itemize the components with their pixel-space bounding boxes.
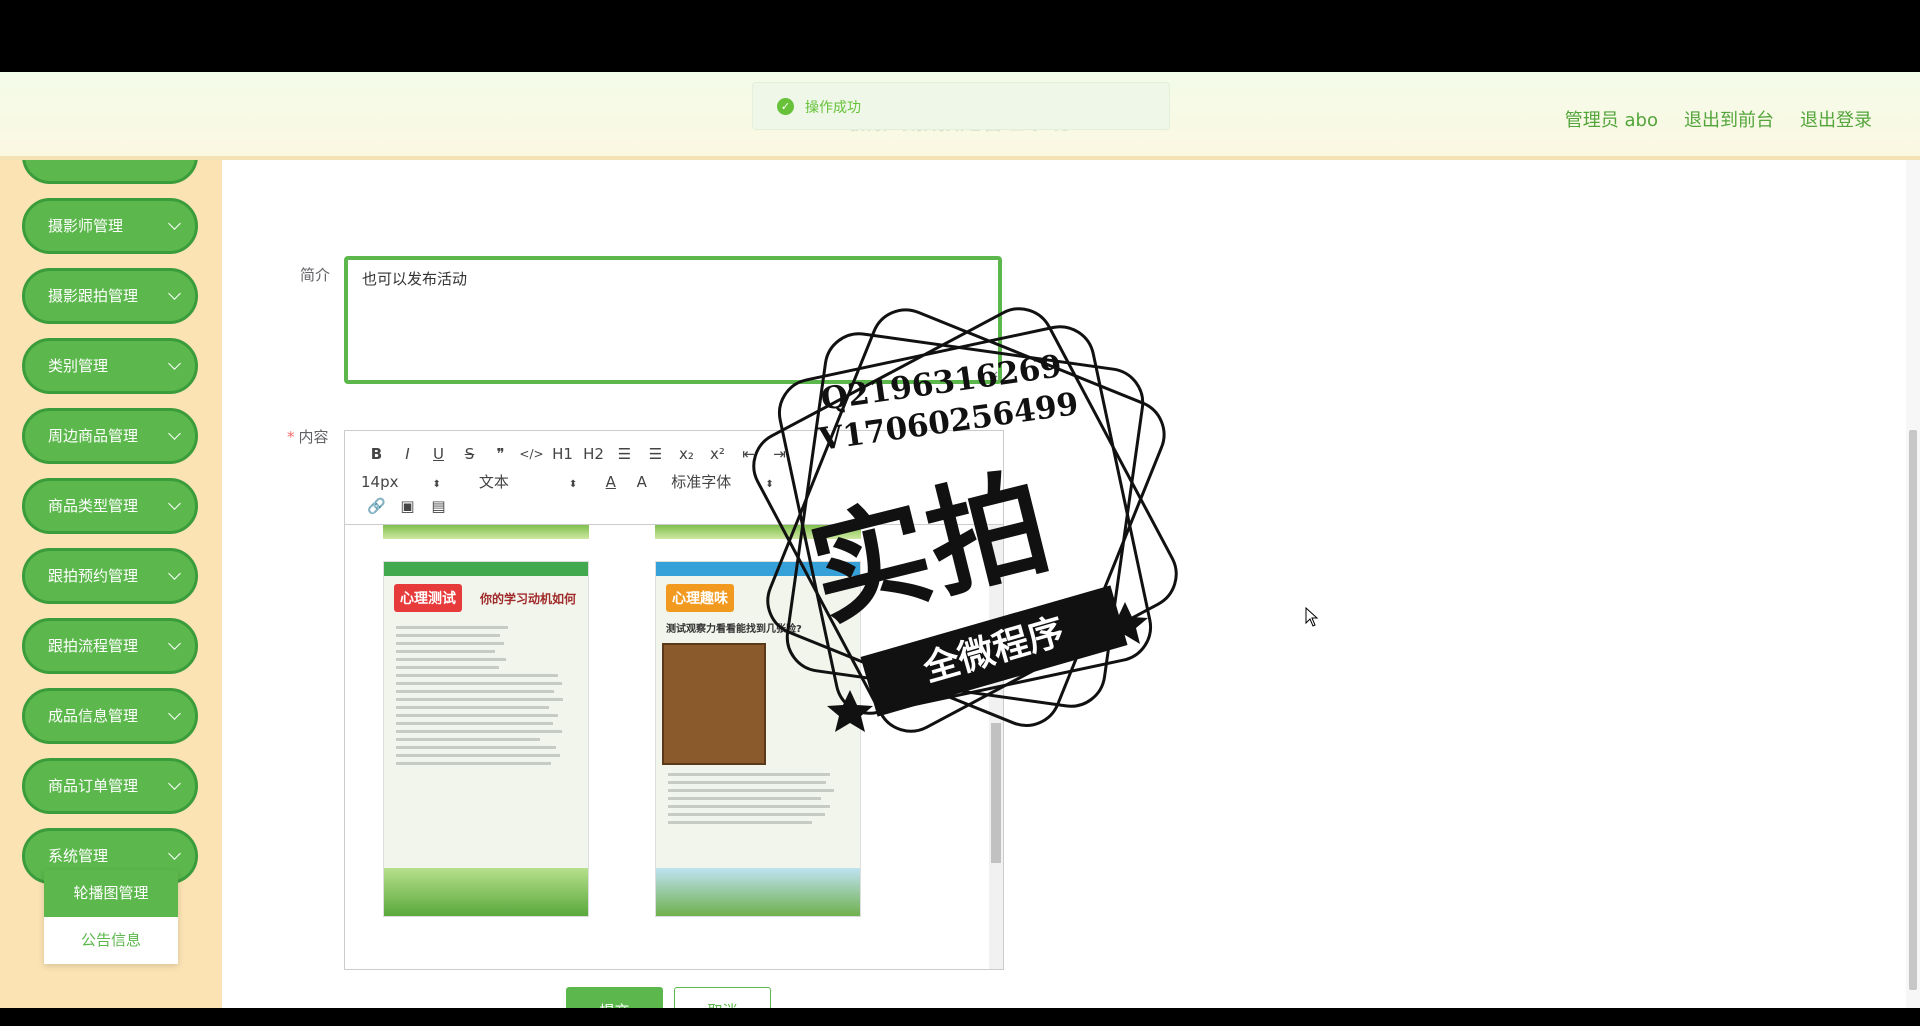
sidebar-item-follow-shoot[interactable]: 摄影跟拍管理 (22, 268, 198, 324)
chevron-down-icon (168, 287, 181, 300)
blockquote-button[interactable]: ❞ (485, 445, 516, 463)
sidebar-item-label: 系统管理 (48, 847, 109, 865)
h1-button[interactable]: H1 (547, 445, 578, 463)
chevron-down-icon (168, 567, 181, 580)
toast-text: 操作成功 (805, 100, 861, 116)
bullet-list-icon[interactable]: ☰ (640, 445, 671, 463)
outdent-icon[interactable]: ⇤ (733, 445, 764, 463)
chevron-down-icon (168, 707, 181, 720)
video-icon[interactable]: ▤ (423, 497, 454, 515)
toolbar-row-3: 🔗 ▣ ▤ (361, 497, 454, 515)
sidebar-item-label: 跟拍流程管理 (48, 637, 139, 655)
toolbar-row-1: B I U S ❞ </> H1 H2 ☰ ☰ x₂ x² ⇤ ⇥ (361, 445, 795, 463)
font-family-select[interactable]: 标准字体 ⬍ (671, 471, 773, 492)
poster-text-block (396, 626, 576, 765)
sidebar-item-process[interactable]: 跟拍流程管理 (22, 618, 198, 674)
font-size-value: 14px (361, 472, 399, 491)
submenu-item-carousel[interactable]: 轮播图管理 (44, 870, 178, 917)
bold-button[interactable]: B (361, 445, 392, 463)
code-button[interactable]: </> (516, 447, 547, 461)
submit-button[interactable]: 提交 (566, 987, 663, 1008)
header-links: 管理员 abo 退出到前台 退出登录 (1565, 106, 1872, 132)
sidebar-item-category[interactable]: 类别管理 (22, 338, 198, 394)
select-arrow-icon: ⬍ (765, 479, 774, 490)
strike-button[interactable]: S (454, 445, 485, 463)
sidebar-item-label: 摄影师管理 (48, 217, 124, 235)
chevron-down-icon (168, 497, 181, 510)
submenu-item-notice[interactable]: 公告信息 (44, 917, 178, 964)
sidebar-item-photographer[interactable]: 摄影师管理 (22, 198, 198, 254)
success-toast: ✓ 操作成功 (752, 82, 1170, 130)
chevron-down-icon (168, 847, 181, 860)
poster-grass (656, 868, 860, 916)
system-submenu: 轮播图管理 公告信息 (44, 870, 178, 964)
background-color-icon[interactable]: A (626, 473, 657, 491)
sidebar-item-orders[interactable]: 商品订单管理 (22, 758, 198, 814)
page-scroll-thumb[interactable] (1909, 430, 1917, 990)
content-label-wrap: * 内容 (287, 426, 329, 447)
poster-top-strip (383, 525, 589, 539)
sidebar-item-booking[interactable]: 跟拍预约管理 (22, 548, 198, 604)
cancel-button[interactable]: 取消 (674, 987, 771, 1008)
mouse-cursor-icon (1305, 607, 1319, 627)
text-style-select[interactable]: 文本 ⬍ (479, 471, 577, 492)
chevron-down-icon (168, 357, 181, 370)
exit-to-frontend-link[interactable]: 退出到前台 (1684, 106, 1774, 132)
select-arrow-icon: ⬍ (568, 479, 578, 490)
ordered-list-icon[interactable]: ☰ (609, 445, 640, 463)
sidebar-item-finished[interactable]: 成品信息管理 (22, 688, 198, 744)
sidebar-item-label: 类别管理 (48, 357, 109, 375)
poster-right-subtitle: 测试观察力看看能找到几张脸? (666, 624, 802, 635)
sidebar-item-label: 跟拍预约管理 (48, 567, 139, 585)
font-color-icon[interactable]: A (595, 473, 626, 491)
poster-left-title: 心理测试 (394, 584, 462, 612)
sidebar-item-label: 商品订单管理 (48, 777, 139, 795)
poster-right-title: 心理趣味 (666, 584, 734, 612)
poster-grass (384, 868, 588, 916)
font-size-select[interactable]: 14px ⬍ (361, 473, 441, 491)
intro-label: 简介 (300, 266, 331, 284)
poster-left-subtitle: 你的学习动机如何 (480, 592, 577, 606)
admin-user-link[interactable]: 管理员 abo (1565, 106, 1658, 132)
poster-text-block (668, 773, 848, 824)
h2-button[interactable]: H2 (578, 445, 609, 463)
superscript-button[interactable]: x² (702, 445, 733, 463)
header: 摄影跟拍预定管理系统 ✓ 操作成功 管理员 abo 退出到前台 退出登录 (0, 72, 1920, 160)
chevron-down-icon (168, 637, 181, 650)
page-scrollbar[interactable] (1906, 160, 1920, 1008)
editor-scroll-thumb[interactable] (991, 723, 1001, 863)
sidebar-item-label: 商品类型管理 (48, 497, 139, 515)
logout-link[interactable]: 退出登录 (1800, 106, 1872, 132)
toolbar-row-2: 14px ⬍ 文本 ⬍ A A 标准字体 ⬍ (361, 471, 792, 492)
chevron-down-icon (168, 777, 181, 790)
sidebar-item-merch[interactable]: 周边商品管理 (22, 408, 198, 464)
image-icon[interactable]: ▣ (392, 497, 423, 515)
required-asterisk: * (287, 428, 295, 446)
link-icon[interactable]: 🔗 (361, 497, 392, 515)
subscript-button[interactable]: x₂ (671, 445, 702, 463)
poster-portrait (662, 643, 766, 765)
sidebar-item-label: 摄影跟拍管理 (48, 287, 139, 305)
sidebar-item-label: 周边商品管理 (48, 427, 139, 445)
indent-icon[interactable]: ⇥ (764, 445, 795, 463)
main-content: 简介 也可以发布活动 * 内容 B I U S ❞ </> H1 H2 ☰ ☰ x… (222, 160, 1920, 1008)
chevron-down-icon (168, 427, 181, 440)
check-circle-icon: ✓ (777, 98, 794, 115)
text-style-value: 文本 (478, 473, 509, 491)
bottom-letterbox (0, 1008, 1920, 1026)
sidebar-item-product-type[interactable]: 商品类型管理 (22, 478, 198, 534)
content-label: 内容 (298, 428, 329, 446)
poster-image-left: 心理测试 你的学习动机如何 (383, 561, 589, 917)
select-arrow-icon: ⬍ (432, 478, 441, 490)
intro-textarea[interactable]: 也可以发布活动 (344, 256, 1002, 384)
sidebar-item-label: 成品信息管理 (48, 707, 139, 725)
underline-button[interactable]: U (423, 445, 454, 463)
poster-header-bar (384, 562, 588, 576)
chevron-down-icon (168, 217, 181, 230)
italic-button[interactable]: I (392, 445, 423, 463)
font-family-value: 标准字体 (671, 473, 732, 491)
